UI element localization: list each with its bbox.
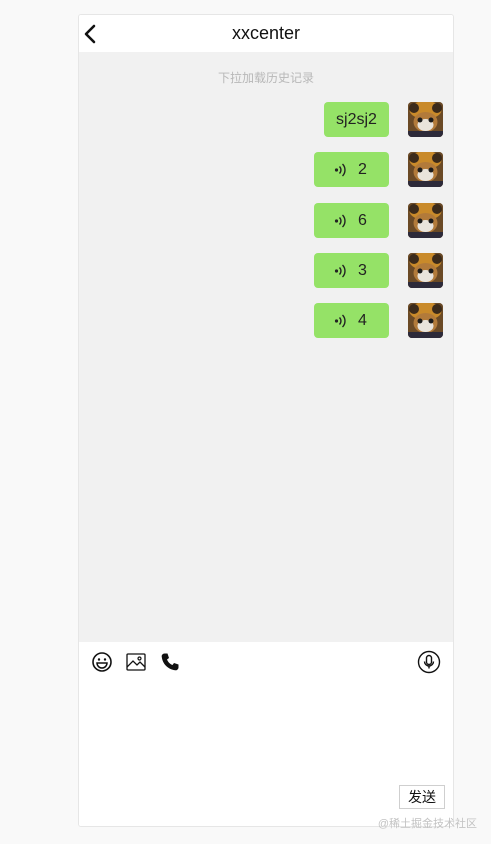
- message-list[interactable]: 下拉加载历史记录 sj2sj2 2 6 3 4: [79, 52, 453, 642]
- voice-bubble[interactable]: 3: [314, 253, 389, 288]
- text-bubble[interactable]: sj2sj2: [324, 102, 389, 137]
- message-row: sj2sj2: [79, 102, 453, 137]
- voice-bubble[interactable]: 4: [314, 303, 389, 338]
- emoji-icon[interactable]: [90, 650, 114, 674]
- voice-wave-icon: [334, 163, 346, 177]
- input-toolbar: [79, 642, 453, 682]
- message-row: 4: [79, 303, 453, 338]
- message-input[interactable]: 发送: [79, 682, 453, 826]
- watermark: @稀土掘金技术社区: [377, 818, 477, 830]
- voice-duration: 6: [358, 212, 367, 229]
- avatar-icon[interactable]: [408, 253, 443, 288]
- voice-duration: 3: [358, 262, 367, 279]
- message-row: 2: [79, 152, 453, 187]
- voice-wave-icon: [334, 214, 346, 228]
- microphone-icon[interactable]: [417, 650, 441, 674]
- page-title: xxcenter: [231, 23, 301, 43]
- avatar-icon[interactable]: [408, 203, 443, 238]
- history-hint[interactable]: 下拉加载历史记录: [79, 69, 453, 86]
- avatar-icon[interactable]: [408, 102, 443, 137]
- message-row: 6: [79, 203, 453, 238]
- voice-wave-icon: [334, 314, 346, 328]
- image-icon[interactable]: [124, 650, 148, 674]
- voice-bubble[interactable]: 2: [314, 152, 389, 187]
- avatar-icon[interactable]: [408, 152, 443, 187]
- voice-wave-icon: [334, 264, 346, 278]
- voice-bubble[interactable]: 6: [314, 203, 389, 238]
- message-text: sj2sj2: [336, 111, 377, 128]
- avatar-icon[interactable]: [408, 303, 443, 338]
- header-bar: xxcenter: [79, 15, 453, 52]
- phone-icon[interactable]: [158, 650, 182, 674]
- voice-duration: 2: [358, 161, 367, 178]
- voice-duration: 4: [358, 312, 367, 329]
- send-button[interactable]: 发送: [399, 785, 445, 809]
- message-row: 3: [79, 253, 453, 288]
- chat-window: xxcenter 下拉加载历史记录 sj2sj2 2 6 3 4 发送: [78, 14, 454, 827]
